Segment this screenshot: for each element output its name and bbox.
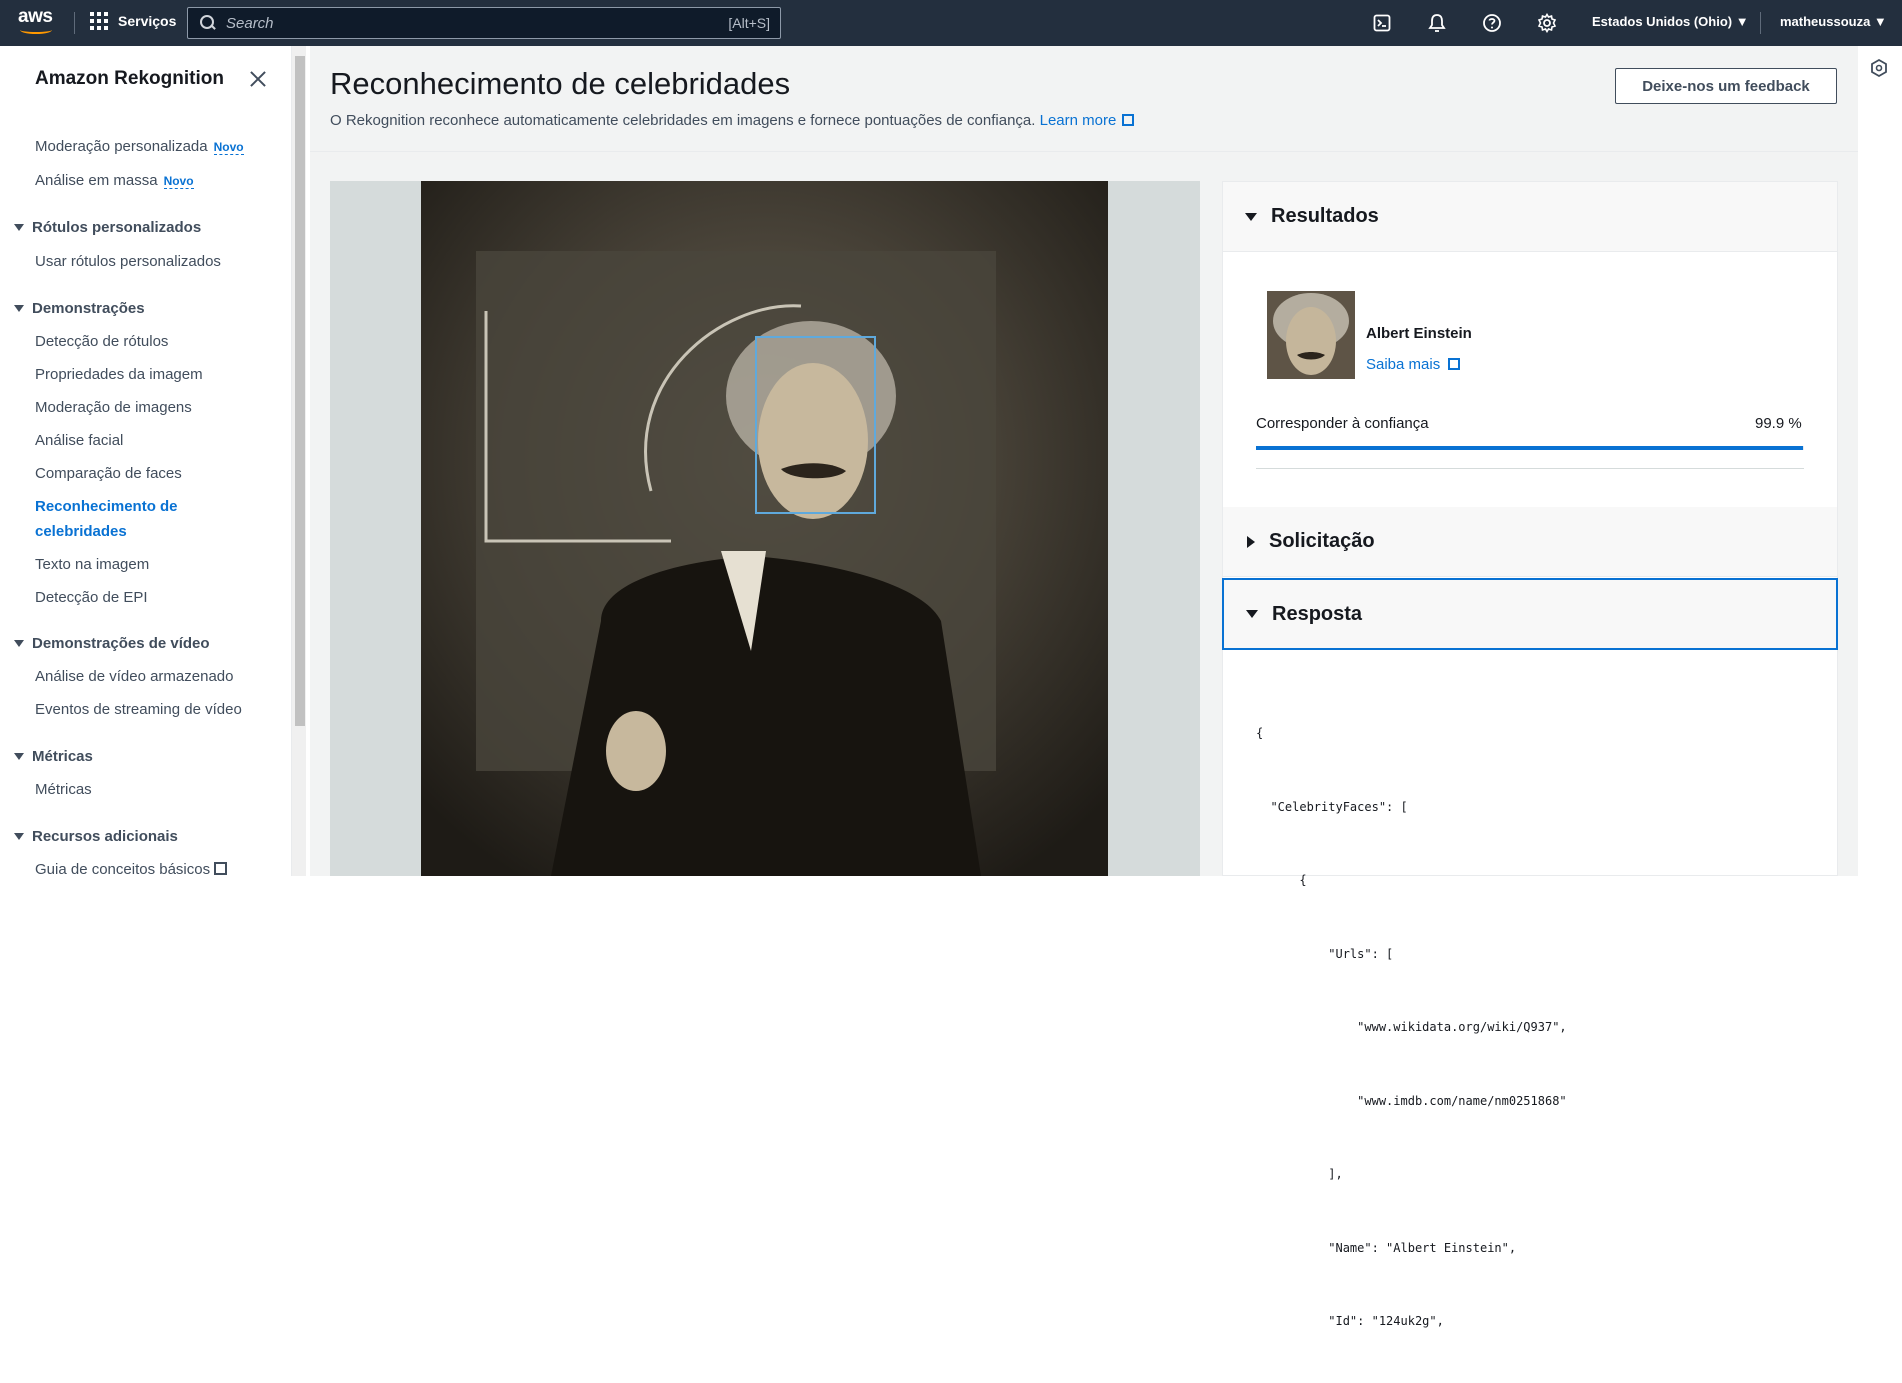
celebrity-learn-more-link[interactable]: Saiba mais	[1366, 356, 1461, 373]
results-panel: Resultados Albert Einstein Saiba mais Co…	[1222, 181, 1838, 1328]
page-description: O Rekognition reconhece automaticamente …	[330, 112, 1135, 129]
sidebar-section-metricas[interactable]: Métricas	[14, 748, 93, 765]
notifications-icon[interactable]	[1425, 11, 1449, 35]
sidebar-item-comparacao-faces[interactable]: Comparação de faces	[35, 465, 182, 482]
celebrity-photo	[421, 181, 1108, 876]
sidebar-item-deteccao-epi[interactable]: Detecção de EPI	[35, 589, 148, 606]
sidebar-item-metricas[interactable]: Métricas	[35, 781, 92, 798]
services-menu-button[interactable]: Serviços	[90, 12, 176, 30]
caret-down-icon	[14, 753, 24, 760]
image-preview	[330, 181, 1200, 876]
top-navigation: aws Serviços Search [Alt+S] Estados Unid…	[0, 0, 1902, 46]
new-badge: Novo	[213, 140, 244, 155]
caret-down-icon	[1246, 610, 1258, 618]
caret-right-icon	[1247, 535, 1255, 548]
account-menu[interactable]: matheussouza ▼	[1780, 14, 1887, 29]
face-bounding-box[interactable]	[755, 336, 876, 514]
confidence-progress-fill	[1256, 446, 1804, 450]
sidebar-item-guia-conceitos[interactable]: Guia de conceitos básicos	[35, 861, 228, 878]
sidebar-section-demonstracoes[interactable]: Demonstrações	[14, 300, 145, 317]
search-icon	[200, 15, 216, 31]
search-placeholder: Search	[226, 14, 274, 32]
grid-icon	[90, 12, 108, 30]
search-input[interactable]: Search [Alt+S]	[187, 7, 781, 39]
sidebar-item-video-armazenado[interactable]: Análise de vídeo armazenado	[35, 668, 233, 685]
settings-icon[interactable]	[1535, 11, 1559, 35]
sidebar-section-video[interactable]: Demonstrações de vídeo	[14, 635, 210, 652]
sidebar-item-analise-facial[interactable]: Análise facial	[35, 432, 123, 449]
new-badge: Novo	[163, 174, 194, 189]
sidebar-item-deteccao-rotulos[interactable]: Detecção de rótulos	[35, 333, 168, 350]
sidebar-item-propriedades-imagem[interactable]: Propriedades da imagem	[35, 366, 203, 383]
external-link-icon	[1122, 114, 1135, 126]
response-header[interactable]: Resposta	[1222, 578, 1838, 650]
sidebar-section-rotulos[interactable]: Rótulos personalizados	[14, 219, 201, 236]
caret-down-icon	[14, 640, 24, 647]
external-link-icon	[214, 862, 228, 875]
sidebar-scrollbar-thumb[interactable]	[295, 56, 305, 726]
nav-divider	[74, 12, 75, 34]
sidebar-section-recursos[interactable]: Recursos adicionais	[14, 828, 178, 845]
divider	[1256, 468, 1804, 469]
caret-down-icon	[14, 224, 24, 231]
sidebar-item-texto-imagem[interactable]: Texto na imagem	[35, 556, 149, 573]
help-icon[interactable]	[1480, 11, 1504, 35]
search-shortcut: [Alt+S]	[728, 15, 770, 31]
side-navigation: Amazon Rekognition Moderação personaliza…	[0, 46, 292, 878]
sidebar-item-reconhecimento-celebridades[interactable]: Reconhecimento de celebridades	[35, 494, 225, 544]
page-header: Reconhecimento de celebridades O Rekogni…	[310, 46, 1858, 152]
region-selector[interactable]: Estados Unidos (Ohio) ▼	[1592, 14, 1749, 29]
celebrity-thumbnail	[1267, 291, 1355, 379]
sidebar-item-moderacao-personalizada[interactable]: Moderação personalizada Novo	[35, 138, 244, 155]
close-icon[interactable]	[249, 70, 267, 88]
confidence-label: Corresponder à confiança	[1256, 415, 1429, 432]
utilities-icon[interactable]	[1868, 57, 1890, 79]
request-header[interactable]: Solicitação	[1223, 507, 1837, 577]
sidebar-title[interactable]: Amazon Rekognition	[35, 68, 224, 90]
feedback-button[interactable]: Deixe-nos um feedback	[1615, 68, 1837, 104]
page-title: Reconhecimento de celebridades	[330, 66, 791, 101]
nav-divider	[1760, 12, 1761, 34]
cloudshell-icon[interactable]	[1370, 11, 1394, 35]
caret-down-icon	[1245, 212, 1257, 221]
caret-down-icon	[14, 305, 24, 312]
learn-more-link[interactable]: Learn more	[1040, 112, 1135, 129]
sidebar-item-moderacao-imagens[interactable]: Moderação de imagens	[35, 399, 192, 416]
confidence-progress-bar	[1256, 446, 1804, 450]
confidence-value: 99.9 %	[1755, 415, 1802, 432]
services-label: Serviços	[118, 13, 177, 29]
sidebar-item-analise-em-massa[interactable]: Análise em massa Novo	[35, 172, 194, 189]
caret-down-icon	[14, 833, 24, 840]
celebrity-name: Albert Einstein	[1366, 325, 1472, 342]
aws-logo[interactable]: aws	[18, 7, 58, 36]
external-link-icon	[1448, 358, 1461, 370]
sidebar-item-usar-rotulos[interactable]: Usar rótulos personalizados	[35, 253, 221, 270]
sidebar-item-streaming-video[interactable]: Eventos de streaming de vídeo	[35, 701, 242, 718]
response-json: { "CelebrityFaces": [ { "Urls": [ "www.w…	[1256, 726, 1567, 1328]
results-header[interactable]: Resultados	[1223, 182, 1837, 252]
